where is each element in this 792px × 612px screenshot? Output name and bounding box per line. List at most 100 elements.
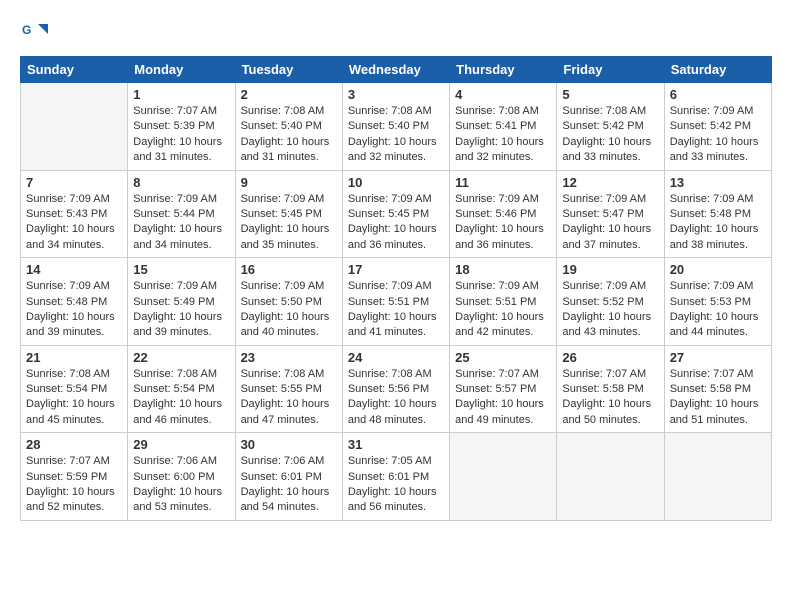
weekday-header-saturday: Saturday [664, 57, 771, 83]
day-info: Sunrise: 7:09 AMSunset: 5:51 PMDaylight:… [455, 279, 551, 341]
day-info: Sunrise: 7:09 AMSunset: 5:48 PMDaylight:… [26, 279, 122, 341]
day-cell: 30 Sunrise: 7:06 AMSunset: 6:01 PMDaylig… [235, 433, 342, 521]
weekday-header-row: SundayMondayTuesdayWednesdayThursdayFrid… [21, 57, 772, 83]
day-info: Sunrise: 7:09 AMSunset: 5:50 PMDaylight:… [241, 279, 337, 341]
logo-icon: G [20, 16, 50, 46]
day-info: Sunrise: 7:08 AMSunset: 5:55 PMDaylight:… [241, 367, 337, 429]
day-cell: 21 Sunrise: 7:08 AMSunset: 5:54 PMDaylig… [21, 345, 128, 433]
day-cell [557, 433, 664, 521]
day-cell: 16 Sunrise: 7:09 AMSunset: 5:50 PMDaylig… [235, 258, 342, 346]
day-info: Sunrise: 7:09 AMSunset: 5:53 PMDaylight:… [670, 279, 766, 341]
weekday-header-sunday: Sunday [21, 57, 128, 83]
day-number: 29 [133, 437, 229, 452]
day-number: 27 [670, 350, 766, 365]
day-cell: 6 Sunrise: 7:09 AMSunset: 5:42 PMDayligh… [664, 83, 771, 171]
day-number: 17 [348, 262, 444, 277]
day-number: 7 [26, 175, 122, 190]
day-cell: 23 Sunrise: 7:08 AMSunset: 5:55 PMDaylig… [235, 345, 342, 433]
day-number: 1 [133, 87, 229, 102]
day-info: Sunrise: 7:09 AMSunset: 5:46 PMDaylight:… [455, 192, 551, 254]
day-cell: 18 Sunrise: 7:09 AMSunset: 5:51 PMDaylig… [450, 258, 557, 346]
day-number: 24 [348, 350, 444, 365]
day-number: 11 [455, 175, 551, 190]
day-cell: 2 Sunrise: 7:08 AMSunset: 5:40 PMDayligh… [235, 83, 342, 171]
day-number: 16 [241, 262, 337, 277]
day-number: 10 [348, 175, 444, 190]
day-cell: 27 Sunrise: 7:07 AMSunset: 5:58 PMDaylig… [664, 345, 771, 433]
logo: G [20, 16, 54, 46]
day-info: Sunrise: 7:08 AMSunset: 5:41 PMDaylight:… [455, 104, 551, 166]
day-info: Sunrise: 7:07 AMSunset: 5:39 PMDaylight:… [133, 104, 229, 166]
day-cell: 31 Sunrise: 7:05 AMSunset: 6:01 PMDaylig… [342, 433, 449, 521]
day-info: Sunrise: 7:07 AMSunset: 5:58 PMDaylight:… [562, 367, 658, 429]
day-number: 31 [348, 437, 444, 452]
day-cell: 13 Sunrise: 7:09 AMSunset: 5:48 PMDaylig… [664, 170, 771, 258]
day-info: Sunrise: 7:06 AMSunset: 6:01 PMDaylight:… [241, 454, 337, 516]
day-number: 18 [455, 262, 551, 277]
day-cell [21, 83, 128, 171]
weekday-header-thursday: Thursday [450, 57, 557, 83]
day-number: 4 [455, 87, 551, 102]
day-info: Sunrise: 7:08 AMSunset: 5:40 PMDaylight:… [241, 104, 337, 166]
svg-text:G: G [22, 23, 31, 37]
day-info: Sunrise: 7:09 AMSunset: 5:51 PMDaylight:… [348, 279, 444, 341]
day-info: Sunrise: 7:06 AMSunset: 6:00 PMDaylight:… [133, 454, 229, 516]
day-cell: 11 Sunrise: 7:09 AMSunset: 5:46 PMDaylig… [450, 170, 557, 258]
day-info: Sunrise: 7:07 AMSunset: 5:58 PMDaylight:… [670, 367, 766, 429]
day-number: 23 [241, 350, 337, 365]
day-cell: 15 Sunrise: 7:09 AMSunset: 5:49 PMDaylig… [128, 258, 235, 346]
day-number: 6 [670, 87, 766, 102]
day-cell: 14 Sunrise: 7:09 AMSunset: 5:48 PMDaylig… [21, 258, 128, 346]
week-row-2: 7 Sunrise: 7:09 AMSunset: 5:43 PMDayligh… [21, 170, 772, 258]
day-cell: 28 Sunrise: 7:07 AMSunset: 5:59 PMDaylig… [21, 433, 128, 521]
day-info: Sunrise: 7:09 AMSunset: 5:45 PMDaylight:… [241, 192, 337, 254]
day-info: Sunrise: 7:09 AMSunset: 5:49 PMDaylight:… [133, 279, 229, 341]
day-cell: 17 Sunrise: 7:09 AMSunset: 5:51 PMDaylig… [342, 258, 449, 346]
day-number: 30 [241, 437, 337, 452]
day-cell: 1 Sunrise: 7:07 AMSunset: 5:39 PMDayligh… [128, 83, 235, 171]
day-info: Sunrise: 7:09 AMSunset: 5:42 PMDaylight:… [670, 104, 766, 166]
day-cell: 25 Sunrise: 7:07 AMSunset: 5:57 PMDaylig… [450, 345, 557, 433]
weekday-header-tuesday: Tuesday [235, 57, 342, 83]
day-number: 3 [348, 87, 444, 102]
day-cell: 24 Sunrise: 7:08 AMSunset: 5:56 PMDaylig… [342, 345, 449, 433]
day-cell: 5 Sunrise: 7:08 AMSunset: 5:42 PMDayligh… [557, 83, 664, 171]
day-number: 22 [133, 350, 229, 365]
day-info: Sunrise: 7:08 AMSunset: 5:54 PMDaylight:… [133, 367, 229, 429]
week-row-5: 28 Sunrise: 7:07 AMSunset: 5:59 PMDaylig… [21, 433, 772, 521]
day-number: 25 [455, 350, 551, 365]
day-number: 14 [26, 262, 122, 277]
day-number: 28 [26, 437, 122, 452]
day-number: 15 [133, 262, 229, 277]
day-info: Sunrise: 7:08 AMSunset: 5:42 PMDaylight:… [562, 104, 658, 166]
day-info: Sunrise: 7:07 AMSunset: 5:59 PMDaylight:… [26, 454, 122, 516]
day-cell [450, 433, 557, 521]
day-info: Sunrise: 7:09 AMSunset: 5:48 PMDaylight:… [670, 192, 766, 254]
day-cell: 12 Sunrise: 7:09 AMSunset: 5:47 PMDaylig… [557, 170, 664, 258]
day-cell: 20 Sunrise: 7:09 AMSunset: 5:53 PMDaylig… [664, 258, 771, 346]
day-number: 26 [562, 350, 658, 365]
header: G [20, 16, 772, 46]
day-cell: 7 Sunrise: 7:09 AMSunset: 5:43 PMDayligh… [21, 170, 128, 258]
day-cell: 10 Sunrise: 7:09 AMSunset: 5:45 PMDaylig… [342, 170, 449, 258]
weekday-header-friday: Friday [557, 57, 664, 83]
week-row-1: 1 Sunrise: 7:07 AMSunset: 5:39 PMDayligh… [21, 83, 772, 171]
day-info: Sunrise: 7:09 AMSunset: 5:47 PMDaylight:… [562, 192, 658, 254]
day-info: Sunrise: 7:09 AMSunset: 5:52 PMDaylight:… [562, 279, 658, 341]
day-number: 19 [562, 262, 658, 277]
day-number: 13 [670, 175, 766, 190]
day-number: 8 [133, 175, 229, 190]
day-cell: 3 Sunrise: 7:08 AMSunset: 5:40 PMDayligh… [342, 83, 449, 171]
calendar-table: SundayMondayTuesdayWednesdayThursdayFrid… [20, 56, 772, 521]
day-info: Sunrise: 7:09 AMSunset: 5:45 PMDaylight:… [348, 192, 444, 254]
day-cell: 19 Sunrise: 7:09 AMSunset: 5:52 PMDaylig… [557, 258, 664, 346]
day-cell: 22 Sunrise: 7:08 AMSunset: 5:54 PMDaylig… [128, 345, 235, 433]
week-row-4: 21 Sunrise: 7:08 AMSunset: 5:54 PMDaylig… [21, 345, 772, 433]
day-info: Sunrise: 7:08 AMSunset: 5:40 PMDaylight:… [348, 104, 444, 166]
day-cell: 29 Sunrise: 7:06 AMSunset: 6:00 PMDaylig… [128, 433, 235, 521]
day-number: 12 [562, 175, 658, 190]
weekday-header-wednesday: Wednesday [342, 57, 449, 83]
day-number: 20 [670, 262, 766, 277]
day-cell [664, 433, 771, 521]
day-cell: 26 Sunrise: 7:07 AMSunset: 5:58 PMDaylig… [557, 345, 664, 433]
